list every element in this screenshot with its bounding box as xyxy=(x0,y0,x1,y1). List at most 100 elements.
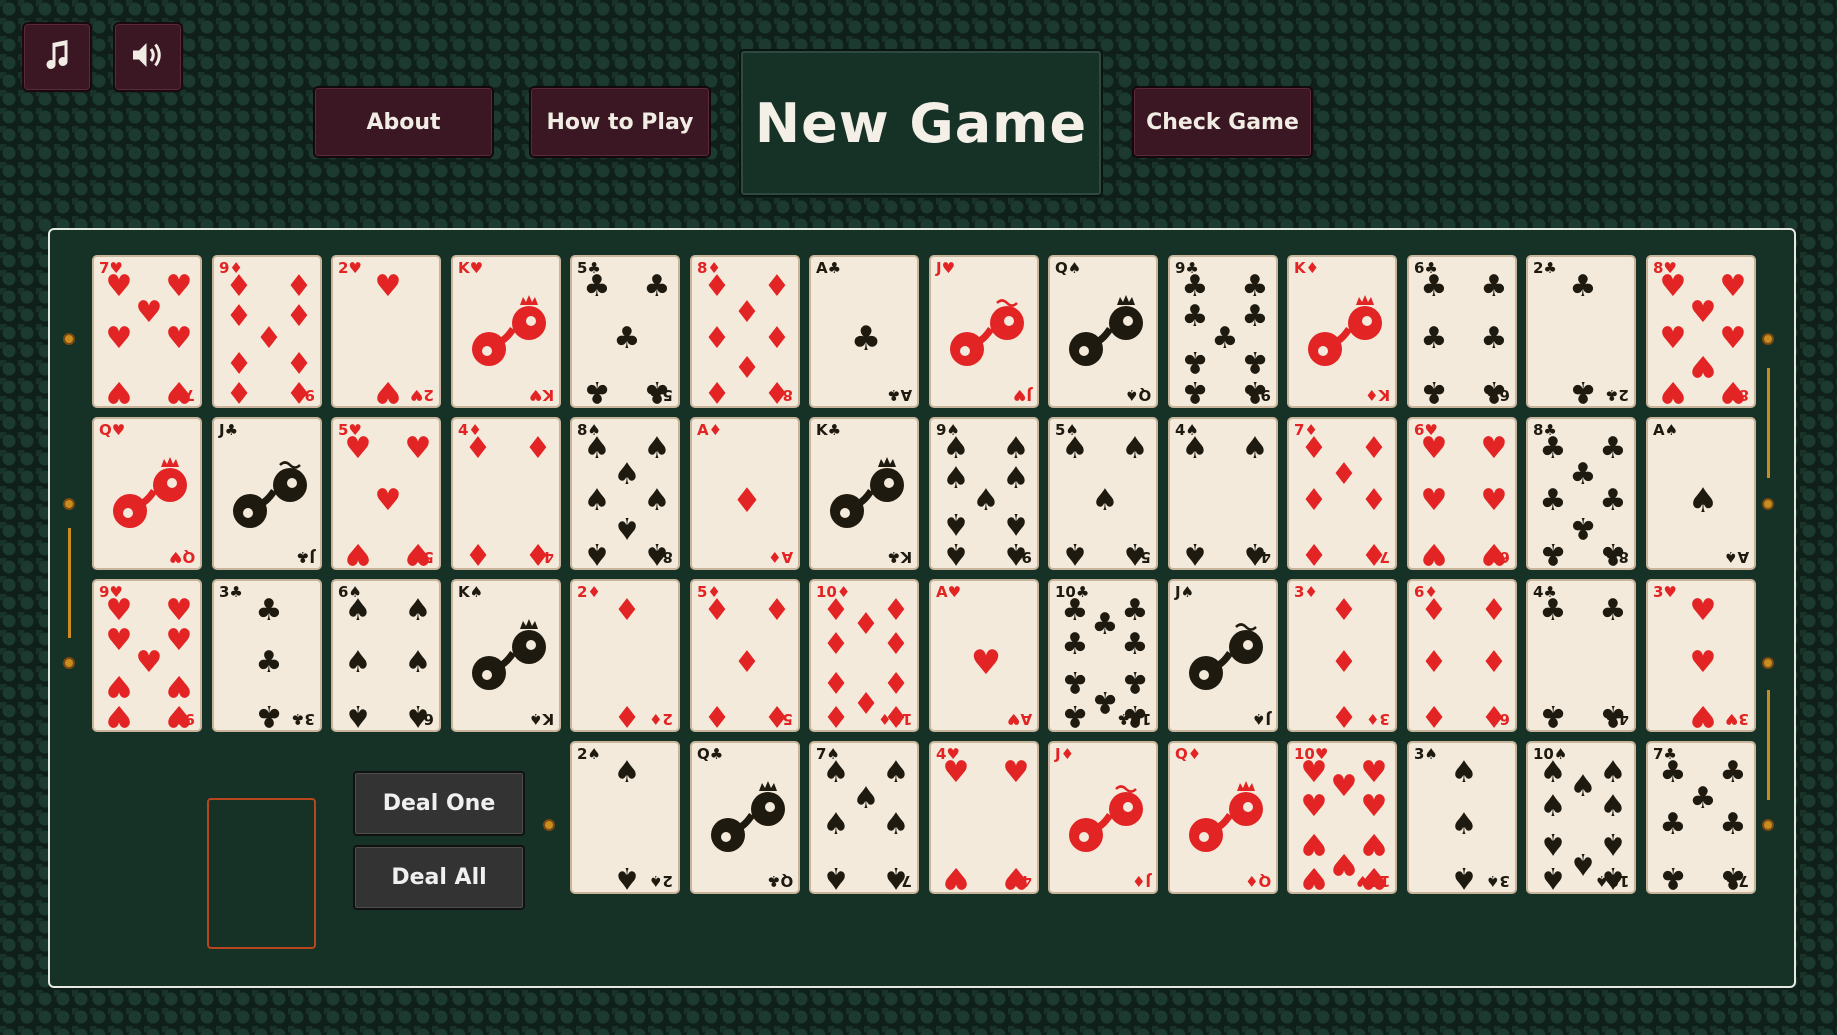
heart-pip-icon: ♥ xyxy=(165,593,193,628)
diamond-pip-icon: ♦ xyxy=(1360,483,1388,518)
card-3-of-hearts[interactable]: 3♥ 3♥ ♥ ♥ ♥ xyxy=(1646,579,1756,732)
card-9-of-diamonds[interactable]: 9♦ 9♦ ♦ ♦ ♦ ♦ ♦ ♦ ♦ ♦ ♦ xyxy=(212,255,322,408)
about-button[interactable]: About xyxy=(313,86,494,158)
card-10-of-spades[interactable]: 10♠ 10♠ ♠ ♠ ♠ ♠ ♠ ♠ ♠ ♠ ♠ ♠ xyxy=(1526,741,1636,894)
row-marker-icon xyxy=(63,498,75,510)
card-j-of-diamonds[interactable]: J♦ J♦ xyxy=(1048,741,1158,894)
card-6-of-diamonds[interactable]: 6♦ 6♦ ♦ ♦ ♦ ♦ ♦ ♦ xyxy=(1407,579,1517,732)
card-7-of-diamonds[interactable]: 7♦ 7♦ ♦ ♦ ♦ ♦ ♦ ♦ ♦ xyxy=(1287,417,1397,570)
check-game-button[interactable]: Check Game xyxy=(1132,86,1313,158)
diamond-pip-icon: ♦ xyxy=(225,269,253,304)
club-pip-icon: ♣ xyxy=(1211,321,1239,356)
card-2-of-hearts[interactable]: 2♥ 2♥ ♥ ♥ xyxy=(331,255,441,408)
diamond-pip-icon: ♦ xyxy=(763,698,791,732)
card-10-of-clubs[interactable]: 10♣ 10♣ ♣ ♣ ♣ ♣ ♣ ♣ ♣ ♣ ♣ ♣ xyxy=(1048,579,1158,732)
card-3-of-clubs[interactable]: 3♣ 3♣ ♣ ♣ ♣ xyxy=(212,579,322,732)
spade-pip-icon: ♠ xyxy=(1181,431,1209,466)
music-toggle-button[interactable] xyxy=(22,22,92,92)
card-5-of-clubs[interactable]: 5♣ 5♣ ♣ ♣ ♣ ♣ ♣ xyxy=(570,255,680,408)
heart-pip-icon: ♥ xyxy=(1659,374,1687,408)
card-j-of-hearts[interactable]: J♥ J♥ xyxy=(929,255,1039,408)
card-j-of-spades[interactable]: J♠ J♠ xyxy=(1168,579,1278,732)
how-to-play-button[interactable]: How to Play xyxy=(529,86,711,158)
card-9-of-clubs[interactable]: 9♣ 9♣ ♣ ♣ ♣ ♣ ♣ ♣ ♣ ♣ ♣ xyxy=(1168,255,1278,408)
club-pip-icon: ♣ xyxy=(1569,374,1597,408)
card-5-of-diamonds[interactable]: 5♦ 5♦ ♦ ♦ ♦ ♦ ♦ xyxy=(690,579,800,732)
new-game-button[interactable]: New Game xyxy=(741,51,1101,195)
club-pip-icon: ♣ xyxy=(1420,269,1448,304)
card-a-of-hearts[interactable]: A♥ A♥ ♥ xyxy=(929,579,1039,732)
club-pip-icon: ♣ xyxy=(1569,457,1597,492)
card-7-of-clubs[interactable]: 7♣ 7♣ ♣ ♣ ♣ ♣ ♣ ♣ ♣ xyxy=(1646,741,1756,894)
sound-toggle-button[interactable] xyxy=(113,22,183,92)
heart-pip-icon: ♥ xyxy=(374,269,402,304)
spade-pip-icon: ♠ xyxy=(344,698,372,732)
card-6-of-clubs[interactable]: 6♣ 6♣ ♣ ♣ ♣ ♣ ♣ ♣ xyxy=(1407,255,1517,408)
row-marker-icon xyxy=(1762,819,1774,831)
card-7-of-hearts[interactable]: 7♥ 7♥ ♥ ♥ ♥ ♥ ♥ ♥ ♥ xyxy=(92,255,202,408)
card-8-of-spades[interactable]: 8♠ 8♠ ♠ ♠ ♠ ♠ ♠ ♠ ♠ ♠ xyxy=(570,417,680,570)
card-k-of-clubs[interactable]: K♣ K♣ xyxy=(809,417,919,570)
deal-one-button[interactable]: Deal One xyxy=(353,771,525,836)
card-6-of-hearts[interactable]: 6♥ 6♥ ♥ ♥ ♥ ♥ ♥ ♥ xyxy=(1407,417,1517,570)
card-k-of-diamonds[interactable]: K♦ K♦ xyxy=(1287,255,1397,408)
card-4-of-hearts[interactable]: 4♥ 4♥ ♥ ♥ ♥ ♥ xyxy=(929,741,1039,894)
face-card-figure-icon xyxy=(950,299,1024,366)
diamond-pip-icon: ♦ xyxy=(822,627,850,662)
diamond-pip-icon: ♦ xyxy=(703,374,731,408)
card-q-of-spades[interactable]: Q♠ Q♠ xyxy=(1048,255,1158,408)
card-7-of-spades[interactable]: 7♠ 7♠ ♠ ♠ ♠ ♠ ♠ ♠ ♠ xyxy=(809,741,919,894)
club-pip-icon: ♣ xyxy=(1061,593,1089,628)
club-pip-icon: ♣ xyxy=(1719,860,1747,894)
card-3-of-spades[interactable]: 3♠ 3♠ ♠ ♠ ♠ xyxy=(1407,741,1517,894)
face-card-figure-icon xyxy=(472,619,546,690)
diamond-pip-icon: ♦ xyxy=(1360,431,1388,466)
music-note-icon xyxy=(39,37,75,77)
card-q-of-clubs[interactable]: Q♣ Q♣ xyxy=(690,741,800,894)
heart-pip-icon: ♥ xyxy=(1689,593,1717,628)
card-6-of-spades[interactable]: 6♠ 6♠ ♠ ♠ ♠ ♠ ♠ ♠ xyxy=(331,579,441,732)
card-a-of-clubs[interactable]: A♣ A♣ ♣ xyxy=(809,255,919,408)
diamond-pip-icon: ♦ xyxy=(763,269,791,304)
card-4-of-clubs[interactable]: 4♣ 4♣ ♣ ♣ ♣ ♣ xyxy=(1526,579,1636,732)
card-5-of-hearts[interactable]: 5♥ 5♥ ♥ ♥ ♥ ♥ ♥ xyxy=(331,417,441,570)
card-j-of-clubs[interactable]: J♣ J♣ xyxy=(212,417,322,570)
spade-pip-icon: ♠ xyxy=(942,536,970,570)
card-q-of-hearts[interactable]: Q♥ Q♥ xyxy=(92,417,202,570)
diamond-pip-icon: ♦ xyxy=(763,374,791,408)
row-link-line xyxy=(1767,690,1770,800)
card-a-of-spades[interactable]: A♠ A♠ ♠ xyxy=(1646,417,1756,570)
card-8-of-clubs[interactable]: 8♣ 8♣ ♣ ♣ ♣ ♣ ♣ ♣ ♣ ♣ xyxy=(1526,417,1636,570)
card-corner-index: K♥ xyxy=(528,386,554,404)
card-5-of-spades[interactable]: 5♠ 5♠ ♠ ♠ ♠ ♠ ♠ xyxy=(1048,417,1158,570)
card-k-of-hearts[interactable]: K♥ K♥ xyxy=(451,255,561,408)
card-2-of-diamonds[interactable]: 2♦ 2♦ ♦ ♦ xyxy=(570,579,680,732)
card-4-of-spades[interactable]: 4♠ 4♠ ♠ ♠ ♠ ♠ xyxy=(1168,417,1278,570)
spade-pip-icon: ♠ xyxy=(643,483,671,518)
deal-all-button[interactable]: Deal All xyxy=(353,845,525,910)
stock-pile-slot[interactable] xyxy=(207,798,316,949)
speaker-icon xyxy=(128,37,168,77)
card-k-of-spades[interactable]: K♠ K♠ xyxy=(451,579,561,732)
card-q-of-diamonds[interactable]: Q♦ Q♦ xyxy=(1168,741,1278,894)
card-4-of-diamonds[interactable]: 4♦ 4♦ ♦ ♦ ♦ ♦ xyxy=(451,417,561,570)
face-card-figure-icon xyxy=(233,461,307,528)
diamond-pip-icon: ♦ xyxy=(1480,593,1508,628)
card-2-of-clubs[interactable]: 2♣ 2♣ ♣ ♣ xyxy=(1526,255,1636,408)
card-3-of-diamonds[interactable]: 3♦ 3♦ ♦ ♦ ♦ xyxy=(1287,579,1397,732)
card-8-of-hearts[interactable]: 8♥ 8♥ ♥ ♥ ♥ ♥ ♥ ♥ ♥ ♥ xyxy=(1646,255,1756,408)
card-9-of-hearts[interactable]: 9♥ 9♥ ♥ ♥ ♥ ♥ ♥ ♥ ♥ ♥ ♥ xyxy=(92,579,202,732)
heart-pip-icon: ♥ xyxy=(344,536,372,570)
face-card-figure-icon xyxy=(1069,785,1143,852)
spade-pip-icon: ♠ xyxy=(404,645,432,680)
face-card-figure-icon xyxy=(1189,623,1263,690)
card-2-of-spades[interactable]: 2♠ 2♠ ♠ ♠ xyxy=(570,741,680,894)
heart-pip-icon: ♥ xyxy=(1360,755,1388,790)
card-9-of-spades[interactable]: 9♠ 9♠ ♠ ♠ ♠ ♠ ♠ ♠ ♠ ♠ ♠ xyxy=(929,417,1039,570)
card-10-of-diamonds[interactable]: 10♦ 10♦ ♦ ♦ ♦ ♦ ♦ ♦ ♦ ♦ ♦ ♦ xyxy=(809,579,919,732)
club-pip-icon: ♣ xyxy=(1480,321,1508,356)
card-a-of-diamonds[interactable]: A♦ A♦ ♦ xyxy=(690,417,800,570)
card-8-of-diamonds[interactable]: 8♦ 8♦ ♦ ♦ ♦ ♦ ♦ ♦ ♦ ♦ xyxy=(690,255,800,408)
card-10-of-hearts[interactable]: 10♥ 10♥ ♥ ♥ ♥ ♥ ♥ ♥ ♥ ♥ ♥ ♥ xyxy=(1287,741,1397,894)
heart-pip-icon: ♥ xyxy=(1480,536,1508,570)
